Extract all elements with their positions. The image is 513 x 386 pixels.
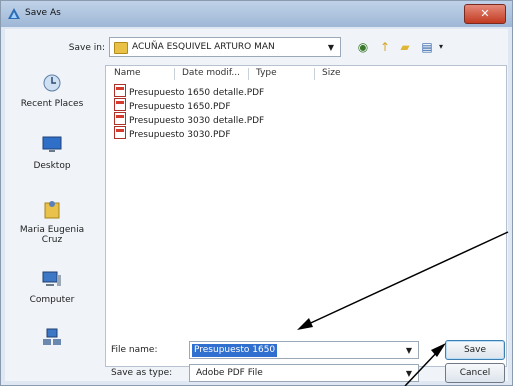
annotation-arrows [297, 231, 509, 386]
arrow-to-file-name [297, 231, 509, 330]
arrow-to-save-button [404, 343, 446, 386]
